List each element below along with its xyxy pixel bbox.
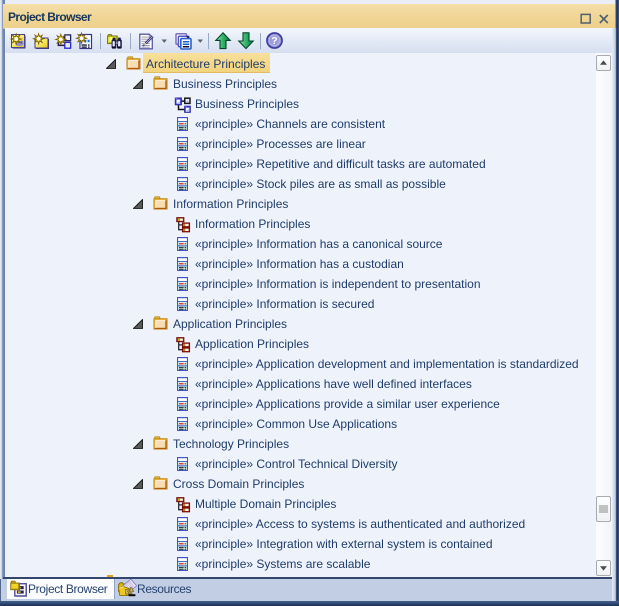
svg-text:?: ?: [271, 35, 277, 47]
